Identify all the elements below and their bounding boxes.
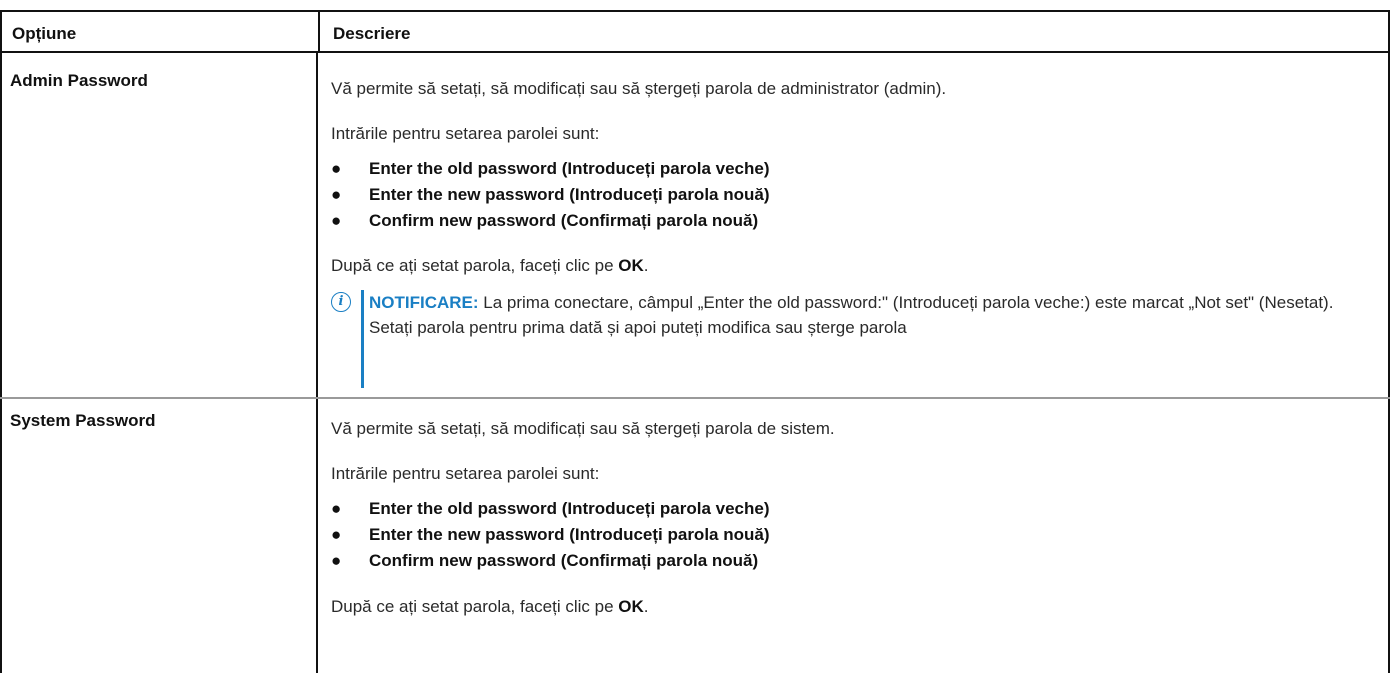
row-intro: Intrările pentru setarea parolei sunt:: [331, 124, 600, 143]
ok-label: OK: [618, 597, 644, 616]
list-item-text: Confirm new password (Confirmați parola …: [369, 551, 759, 570]
bullet-icon: ●: [331, 551, 342, 570]
table-column-divider: [316, 53, 318, 673]
list-item-text: Enter the old password (Introduceți paro…: [369, 159, 770, 178]
list-item-text: Enter the old password (Introduceți paro…: [369, 499, 770, 518]
row-divider: [0, 397, 1390, 399]
bullet-icon: ●: [331, 525, 342, 544]
list-item-text: Confirm new password (Confirmați parola …: [369, 211, 759, 230]
header-option: Opțiune: [12, 24, 77, 43]
bullet-icon: ●: [331, 499, 342, 518]
ok-label: OK: [618, 256, 644, 275]
row-description: Vă permite să setați, să modificați sau …: [331, 79, 947, 98]
after-prefix: După ce ați setat parola, faceți clic pe: [331, 597, 619, 616]
table-header: Opțiune Descriere: [0, 10, 1390, 53]
list-item: ● Enter the new password (Introduceți par…: [331, 525, 770, 545]
after-suffix: .: [643, 597, 649, 616]
list-item: ● Confirm new password (Confirmați parola…: [331, 211, 758, 231]
option-admin-password: Admin Password: [10, 71, 148, 90]
list-item: ● Confirm new password (Confirmați parola…: [331, 551, 758, 571]
option-system-password: System Password: [10, 411, 156, 430]
list-item: ● Enter the old password (Introduceți par…: [331, 499, 770, 519]
info-icon: i: [331, 292, 351, 312]
table-right-border: [1388, 53, 1390, 673]
header-description: Descriere: [333, 24, 411, 43]
header-divider: [318, 12, 320, 51]
bullet-icon: ●: [331, 159, 342, 178]
note-label: NOTIFICARE:: [369, 293, 479, 312]
row-intro: Intrările pentru setarea parolei sunt:: [331, 464, 600, 483]
list-item: ● Enter the old password (Introduceți par…: [331, 159, 770, 179]
row-after-text: După ce ați setat parola, faceți clic pe…: [331, 597, 649, 617]
list-item-text: Enter the new password (Introduceți paro…: [369, 185, 770, 204]
row-after-text: După ce ați setat parola, faceți clic pe…: [331, 256, 649, 276]
list-item-text: Enter the new password (Introduceți paro…: [369, 525, 770, 544]
after-suffix: .: [643, 256, 649, 275]
bullet-icon: ●: [331, 211, 342, 230]
after-prefix: După ce ați setat parola, faceți clic pe: [331, 256, 619, 275]
row-description: Vă permite să setați, să modificați sau …: [331, 419, 835, 438]
table-left-border: [0, 53, 2, 673]
note-body: La prima conectare, câmpul „Enter the ol…: [369, 293, 1334, 337]
list-item: ● Enter the new password (Introduceți par…: [331, 185, 770, 205]
note-text: NOTIFICARE: La prima conectare, câmpul „…: [369, 290, 1369, 340]
note-accent-bar: [361, 290, 364, 388]
bullet-icon: ●: [331, 185, 342, 204]
